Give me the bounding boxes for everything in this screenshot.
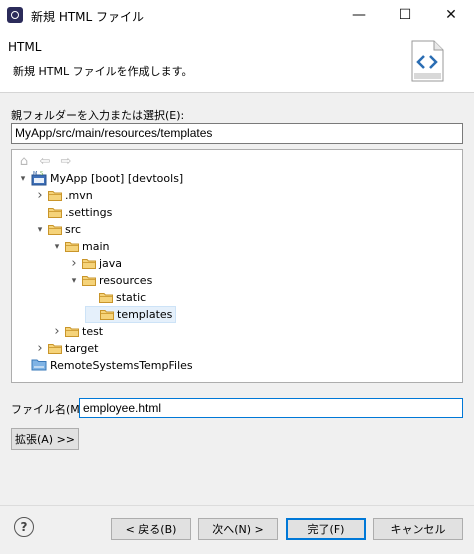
chevron-right-icon[interactable]: › xyxy=(51,325,63,338)
back-arrow-icon[interactable]: ⇦ xyxy=(38,155,52,169)
finish-button[interactable]: 完了(F) xyxy=(286,518,366,540)
eclipse-app-icon xyxy=(7,7,23,23)
back-button[interactable]: < 戻る(B) xyxy=(111,518,191,540)
tree-item-label: main xyxy=(82,240,110,253)
html-file-icon xyxy=(411,40,444,82)
folder-icon xyxy=(48,190,62,201)
folder-icon xyxy=(82,275,96,286)
chevron-down-icon[interactable]: ▾ xyxy=(17,173,29,185)
tree-item[interactable]: ▾ M S MyApp [boot] [devtools] xyxy=(17,170,186,187)
tree-item[interactable]: › test xyxy=(51,323,106,340)
tree-item-label: src xyxy=(65,223,82,236)
tree-item[interactable]: ▾ resources xyxy=(68,272,155,289)
tree-item[interactable]: RemoteSystemsTempFiles xyxy=(17,357,196,374)
parent-folder-label: 親フォルダーを入力または選択(E): xyxy=(11,109,185,122)
tree-item-label: target xyxy=(65,342,99,355)
expand-button[interactable]: 拡張(A) >> xyxy=(11,428,79,450)
parent-folder-input[interactable]: MyApp/src/main/resources/templates xyxy=(11,123,463,144)
forward-arrow-icon[interactable]: ⇨ xyxy=(59,155,73,169)
tree-item[interactable]: static xyxy=(85,289,149,306)
maximize-button[interactable]: ☐ xyxy=(382,0,428,30)
tree-item-label: java xyxy=(99,257,123,270)
chevron-right-icon[interactable]: › xyxy=(68,257,80,270)
tree-item-label: templates xyxy=(117,308,173,321)
title-bar: 新規 HTML ファイル — ☐ ✕ xyxy=(0,0,474,30)
folder-icon xyxy=(65,241,79,252)
chevron-down-icon[interactable]: ▾ xyxy=(51,241,63,253)
tree-item[interactable]: ▾ src xyxy=(34,221,84,238)
chevron-down-icon[interactable]: ▾ xyxy=(68,275,80,287)
folder-icon xyxy=(65,326,79,337)
window-title: 新規 HTML ファイル xyxy=(31,10,145,24)
minimize-button[interactable]: — xyxy=(336,0,382,30)
svg-text:M: M xyxy=(33,171,37,177)
wizard-banner: HTML 新規 HTML ファイルを作成します。 xyxy=(0,30,474,93)
banner-description: 新規 HTML ファイルを作成します。 xyxy=(13,65,193,78)
tree-item[interactable]: › target xyxy=(34,340,101,357)
tree-item[interactable]: templates xyxy=(85,306,177,323)
remote-folder-icon xyxy=(31,358,47,373)
tree-item[interactable]: › java xyxy=(68,255,125,272)
folder-tree[interactable]: ⌂ ⇦ ⇨ ▾ M S MyApp [boot] [devtools] › .mvn .se… xyxy=(11,149,463,383)
folder-icon xyxy=(99,292,113,303)
tree-item-label: test xyxy=(82,325,104,338)
folder-icon xyxy=(48,207,62,218)
next-button[interactable]: 次へ(N) > xyxy=(198,518,278,540)
cancel-button[interactable]: キャンセル xyxy=(373,518,463,540)
banner-title: HTML xyxy=(8,40,42,54)
tree-item-label: resources xyxy=(99,274,153,287)
close-button[interactable]: ✕ xyxy=(428,0,474,30)
tree-item-label: MyApp [boot] [devtools] xyxy=(50,172,184,185)
tree-item-label: static xyxy=(116,291,147,304)
tree-item-label: .mvn xyxy=(65,189,93,202)
maven-project-icon: MS xyxy=(31,171,47,186)
folder-icon xyxy=(82,258,96,269)
tree-toolbar: ⌂ ⇦ ⇨ xyxy=(17,153,73,171)
file-name-input[interactable]: employee.html xyxy=(79,398,463,418)
tree-item[interactable]: .settings xyxy=(34,204,115,221)
folder-icon xyxy=(48,224,62,235)
tree-item-label: .settings xyxy=(65,206,113,219)
tree-item[interactable]: ▾ main xyxy=(51,238,112,255)
help-icon[interactable]: ? xyxy=(14,517,34,537)
tree-item[interactable]: › .mvn xyxy=(34,187,96,204)
file-name-label: ファイル名(M): xyxy=(11,403,88,416)
chevron-right-icon[interactable]: › xyxy=(34,189,46,202)
tree-item-label: RemoteSystemsTempFiles xyxy=(50,359,193,372)
chevron-down-icon[interactable]: ▾ xyxy=(34,224,46,236)
svg-text:S: S xyxy=(40,171,43,177)
home-icon[interactable]: ⌂ xyxy=(17,155,31,169)
folder-icon xyxy=(48,343,62,354)
folder-icon xyxy=(100,309,114,320)
footer-separator xyxy=(0,505,474,506)
chevron-right-icon[interactable]: › xyxy=(34,342,46,355)
